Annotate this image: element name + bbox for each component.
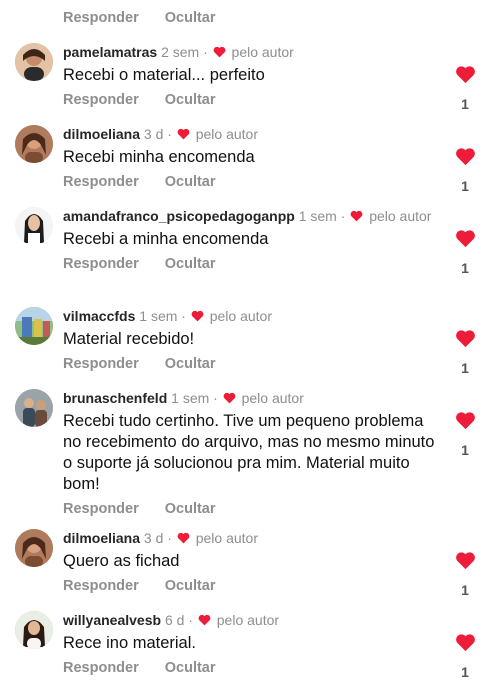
like-count[interactable]: 1	[454, 178, 476, 194]
liked-by-author-label: pelo autor	[195, 126, 259, 142]
heart-icon	[198, 614, 211, 626]
heart-icon[interactable]	[455, 65, 476, 84]
username[interactable]: dilmoeliana	[63, 126, 140, 142]
username[interactable]: vilmaccfds	[63, 308, 135, 324]
reply-button[interactable]: Responder	[63, 660, 139, 676]
timestamp: 1 sem	[298, 208, 337, 224]
like-count[interactable]: 1	[454, 96, 476, 112]
heart-icon	[177, 532, 190, 544]
hide-button[interactable]: Ocultar	[165, 10, 216, 26]
heart-icon[interactable]	[455, 551, 476, 570]
liked-by-author-label: pelo autor	[216, 612, 280, 628]
reply-button[interactable]: Responder	[63, 501, 139, 517]
reply-button[interactable]: Responder	[63, 256, 139, 272]
like-control: 1	[454, 633, 476, 680]
hide-button[interactable]: Ocultar	[165, 356, 216, 372]
hide-button[interactable]: Ocultar	[165, 174, 216, 190]
like-control: 1	[454, 411, 476, 458]
timestamp: 3 d	[143, 126, 164, 142]
separator: ·	[188, 612, 193, 628]
comment-text: Rece ino material.	[63, 634, 196, 652]
comment-text: Recebi o material... perfeito	[63, 66, 265, 84]
comment-meta: dilmoeliana 3 d · pelo autor	[63, 529, 440, 547]
heart-icon[interactable]	[455, 633, 476, 652]
comment-text: Material recebido!	[63, 330, 195, 348]
timestamp: 1 sem	[139, 308, 178, 324]
liked-by-author-label: pelo autor	[369, 208, 432, 224]
separator: ·	[167, 126, 172, 142]
separator: ·	[203, 44, 208, 60]
liked-by-author-label: pelo autor	[195, 530, 259, 546]
hide-button[interactable]: Ocultar	[165, 501, 216, 517]
like-count[interactable]: 1	[454, 664, 476, 680]
heart-icon	[177, 128, 190, 140]
heart-icon	[350, 210, 363, 222]
reply-button[interactable]: Responder	[63, 10, 139, 26]
hide-button[interactable]: Ocultar	[165, 660, 216, 676]
hide-button[interactable]: Ocultar	[165, 92, 216, 108]
reply-button[interactable]: Responder	[63, 174, 139, 190]
timestamp: 3 d	[143, 530, 164, 546]
reply-button[interactable]: Responder	[63, 356, 139, 372]
comment-text: Recebi a minha encomenda	[63, 230, 269, 248]
avatar[interactable]	[15, 207, 53, 245]
heart-icon[interactable]	[455, 329, 476, 348]
heart-icon	[191, 310, 204, 322]
like-count[interactable]: 1	[454, 442, 476, 458]
like-control: 1	[454, 329, 476, 376]
timestamp: 2 sem	[161, 44, 200, 60]
heart-icon	[223, 392, 236, 404]
like-count[interactable]: 1	[454, 260, 476, 276]
username[interactable]: amandafranco_psicopedagoganpp	[63, 208, 295, 224]
comment-meta: amandafranco_psicopedagoganpp 1 sem · pe…	[63, 207, 440, 225]
liked-by-author-label: pelo autor	[241, 390, 304, 406]
liked-by-author-label: pelo autor	[231, 44, 294, 60]
like-count[interactable]: 1	[454, 360, 476, 376]
like-control: 1	[454, 229, 476, 276]
heart-icon	[213, 46, 226, 58]
heart-icon[interactable]	[455, 147, 476, 166]
comment-text: Quero as fichad	[63, 552, 180, 570]
username[interactable]: willyanealvesb	[63, 612, 161, 628]
avatar[interactable]	[15, 125, 53, 163]
separator: ·	[181, 308, 186, 324]
comment-meta: pamelamatras 2 sem · pelo autor	[63, 43, 440, 61]
heart-icon[interactable]	[455, 411, 476, 430]
separator: ·	[340, 208, 346, 224]
avatar[interactable]	[15, 611, 53, 649]
reply-button[interactable]: Responder	[63, 578, 139, 594]
reply-button[interactable]: Responder	[63, 92, 139, 108]
top-comment-actions: Responder Ocultar	[63, 10, 216, 26]
avatar[interactable]	[15, 389, 53, 427]
username[interactable]: brunaschenfeld	[63, 390, 167, 406]
hide-button[interactable]: Ocultar	[165, 256, 216, 272]
comment-meta: willyanealvesb 6 d · pelo autor	[63, 611, 440, 629]
like-control: 1	[454, 147, 476, 194]
avatar[interactable]	[15, 307, 53, 345]
separator: ·	[213, 390, 218, 406]
timestamp: 6 d	[164, 612, 185, 628]
timestamp: 1 sem	[171, 390, 210, 406]
like-control: 1	[454, 65, 476, 112]
avatar[interactable]	[15, 43, 53, 81]
comment-meta: dilmoeliana 3 d · pelo autor	[63, 125, 440, 143]
comment-meta: brunaschenfeld 1 sem · pelo autor	[63, 389, 440, 407]
heart-icon[interactable]	[455, 229, 476, 248]
comment-text: Recebi minha encomenda	[63, 148, 255, 166]
username[interactable]: pamelamatras	[63, 44, 157, 60]
comment-text: Recebi tudo certinho. Tive um pequeno pr…	[63, 412, 435, 493]
like-control: 1	[454, 551, 476, 598]
username[interactable]: dilmoeliana	[63, 530, 140, 546]
hide-button[interactable]: Ocultar	[165, 578, 216, 594]
like-count[interactable]: 1	[454, 582, 476, 598]
separator: ·	[167, 530, 172, 546]
comment-meta: vilmaccfds 1 sem · pelo autor	[63, 307, 440, 325]
liked-by-author-label: pelo autor	[209, 308, 273, 324]
avatar[interactable]	[15, 529, 53, 567]
